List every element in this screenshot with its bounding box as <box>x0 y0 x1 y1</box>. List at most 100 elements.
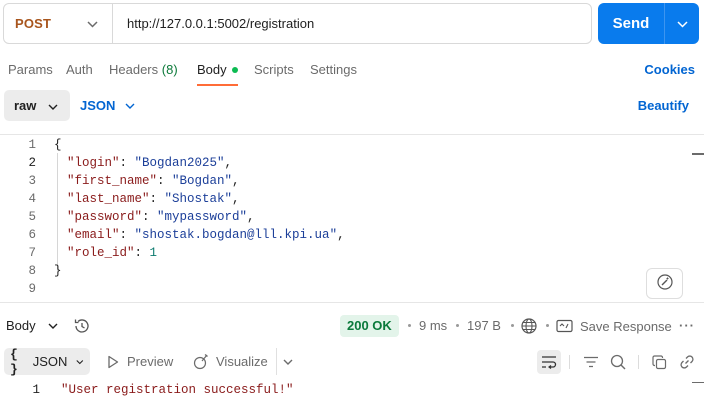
save-response-label: Save Response <box>580 318 672 334</box>
body-format-label: JSON <box>80 98 116 113</box>
line-number: 7 <box>28 246 36 260</box>
body-indicator-dot <box>231 66 238 73</box>
tab-settings[interactable]: Settings <box>310 56 357 86</box>
chevron-down-icon <box>76 359 84 364</box>
open-brace: { <box>54 138 62 152</box>
response-toolbar: { } JSON Preview Visualize <box>0 347 704 377</box>
code-line: } <box>54 264 62 278</box>
response-content[interactable]: "User registration successful!" <box>61 383 294 397</box>
editor-scrollbar[interactable] <box>692 153 704 155</box>
separator-dot <box>546 324 549 327</box>
body-format-select[interactable]: JSON <box>80 90 135 121</box>
line-number: 1 <box>28 138 36 152</box>
response-size[interactable]: 197 B <box>467 313 501 339</box>
tab-scripts[interactable]: Scripts <box>254 56 294 86</box>
save-response-button[interactable]: Save Response <box>556 313 672 339</box>
tab-headers[interactable]: Headers (8) <box>109 56 178 86</box>
history-icon[interactable] <box>73 317 91 338</box>
json-value: 1 <box>149 246 158 260</box>
tab-params[interactable]: Params <box>8 56 53 86</box>
visualize-label: Visualize <box>216 354 268 369</box>
json-comma: , <box>232 192 240 206</box>
separator-dot <box>511 324 514 327</box>
response-bar: Body 200 OK 9 ms 197 B Save Response ··· <box>0 313 704 339</box>
json-value: "shostak.bogdan@lll.kpi.ua" <box>134 228 338 242</box>
json-colon: : <box>134 246 150 260</box>
json-key: "email" <box>67 228 120 242</box>
json-colon: : <box>157 174 173 188</box>
globe-icon[interactable] <box>520 317 538 338</box>
line-number: 6 <box>28 228 36 242</box>
link-button[interactable] <box>675 350 699 374</box>
magic-wand-icon <box>656 273 674 294</box>
request-tabs: Params Auth Headers (8) Body Scripts Set… <box>0 56 704 88</box>
wrap-lines-icon <box>542 356 557 369</box>
chevron-down-icon <box>48 323 58 329</box>
chevron-down-icon <box>283 359 293 365</box>
json-value: "Bogdan" <box>172 174 233 188</box>
tab-label: Body <box>197 62 227 77</box>
response-line-number: 1 <box>32 383 40 397</box>
copy-button[interactable] <box>647 350 671 374</box>
line-number: 3 <box>28 174 36 188</box>
body-mode-select[interactable]: raw <box>4 90 70 121</box>
tab-body[interactable]: Body <box>197 56 238 86</box>
response-section-label: Body <box>6 318 36 333</box>
json-value: "Bogdan2025" <box>134 156 225 170</box>
save-response-icon <box>556 319 573 333</box>
response-format-select[interactable]: { } JSON <box>4 347 90 377</box>
visualize-options-button[interactable] <box>276 348 293 375</box>
magic-wand-button[interactable] <box>646 268 683 299</box>
play-icon <box>108 355 119 368</box>
tab-label: Scripts <box>254 62 294 77</box>
code-line: "email": "shostak.bogdan@lll.kpi.ua", <box>67 228 345 242</box>
request-body-editor[interactable]: 1 2 3 4 5 6 7 8 9 { "login": "Bogdan2025… <box>0 134 704 302</box>
response-scrollbar[interactable] <box>692 382 704 383</box>
pane-divider[interactable] <box>0 302 704 303</box>
line-number: 2 <box>28 156 36 170</box>
code-line: "last_name": "Shostak", <box>67 192 240 206</box>
request-bar: POST <box>3 3 592 44</box>
json-key: "role_id" <box>67 246 135 260</box>
json-colon: : <box>149 192 165 206</box>
indent-guide <box>57 153 58 271</box>
preview-label: Preview <box>127 354 174 369</box>
wrap-lines-button[interactable] <box>537 350 561 374</box>
response-time[interactable]: 9 ms <box>419 313 447 339</box>
send-button[interactable]: Send <box>598 3 665 44</box>
separator-dot <box>408 324 411 327</box>
send-options-button[interactable] <box>665 3 699 44</box>
filter-button[interactable] <box>579 350 603 374</box>
search-button[interactable] <box>606 350 630 374</box>
headers-count: (8) <box>161 62 178 77</box>
tab-label: Params <box>8 62 53 77</box>
beautify-button[interactable]: Beautify <box>638 90 689 121</box>
cookies-link[interactable]: Cookies <box>644 56 695 84</box>
response-format-label: JSON <box>32 354 68 369</box>
response-body-select[interactable]: Body <box>6 313 58 339</box>
toolbar-divider <box>638 355 639 369</box>
code-line: "first_name": "Bogdan", <box>67 174 240 188</box>
visualize-button[interactable]: Visualize <box>193 348 268 375</box>
tab-label: Auth <box>66 62 93 77</box>
json-comma: , <box>337 228 345 242</box>
tab-auth[interactable]: Auth <box>66 56 93 86</box>
body-mode-label: raw <box>14 98 37 113</box>
send-button-group: Send <box>598 3 699 44</box>
method-label: POST <box>15 16 52 31</box>
search-icon <box>610 354 626 370</box>
code-line: "password": "mypassword", <box>67 210 255 224</box>
line-number: 8 <box>28 264 36 278</box>
code-line: "login": "Bogdan2025", <box>67 156 232 170</box>
preview-button[interactable]: Preview <box>107 348 173 375</box>
json-value: "Shostak" <box>164 192 233 206</box>
json-value: "mypassword" <box>157 210 248 224</box>
method-select[interactable]: POST <box>4 4 113 43</box>
close-brace: } <box>54 264 62 278</box>
filter-icon <box>584 356 598 368</box>
url-input[interactable] <box>113 4 591 43</box>
more-options-button[interactable]: ··· <box>679 313 695 339</box>
chevron-down-icon <box>87 16 98 31</box>
status-badge[interactable]: 200 OK <box>340 315 399 337</box>
body-toolbar: raw JSON Beautify <box>0 89 704 123</box>
